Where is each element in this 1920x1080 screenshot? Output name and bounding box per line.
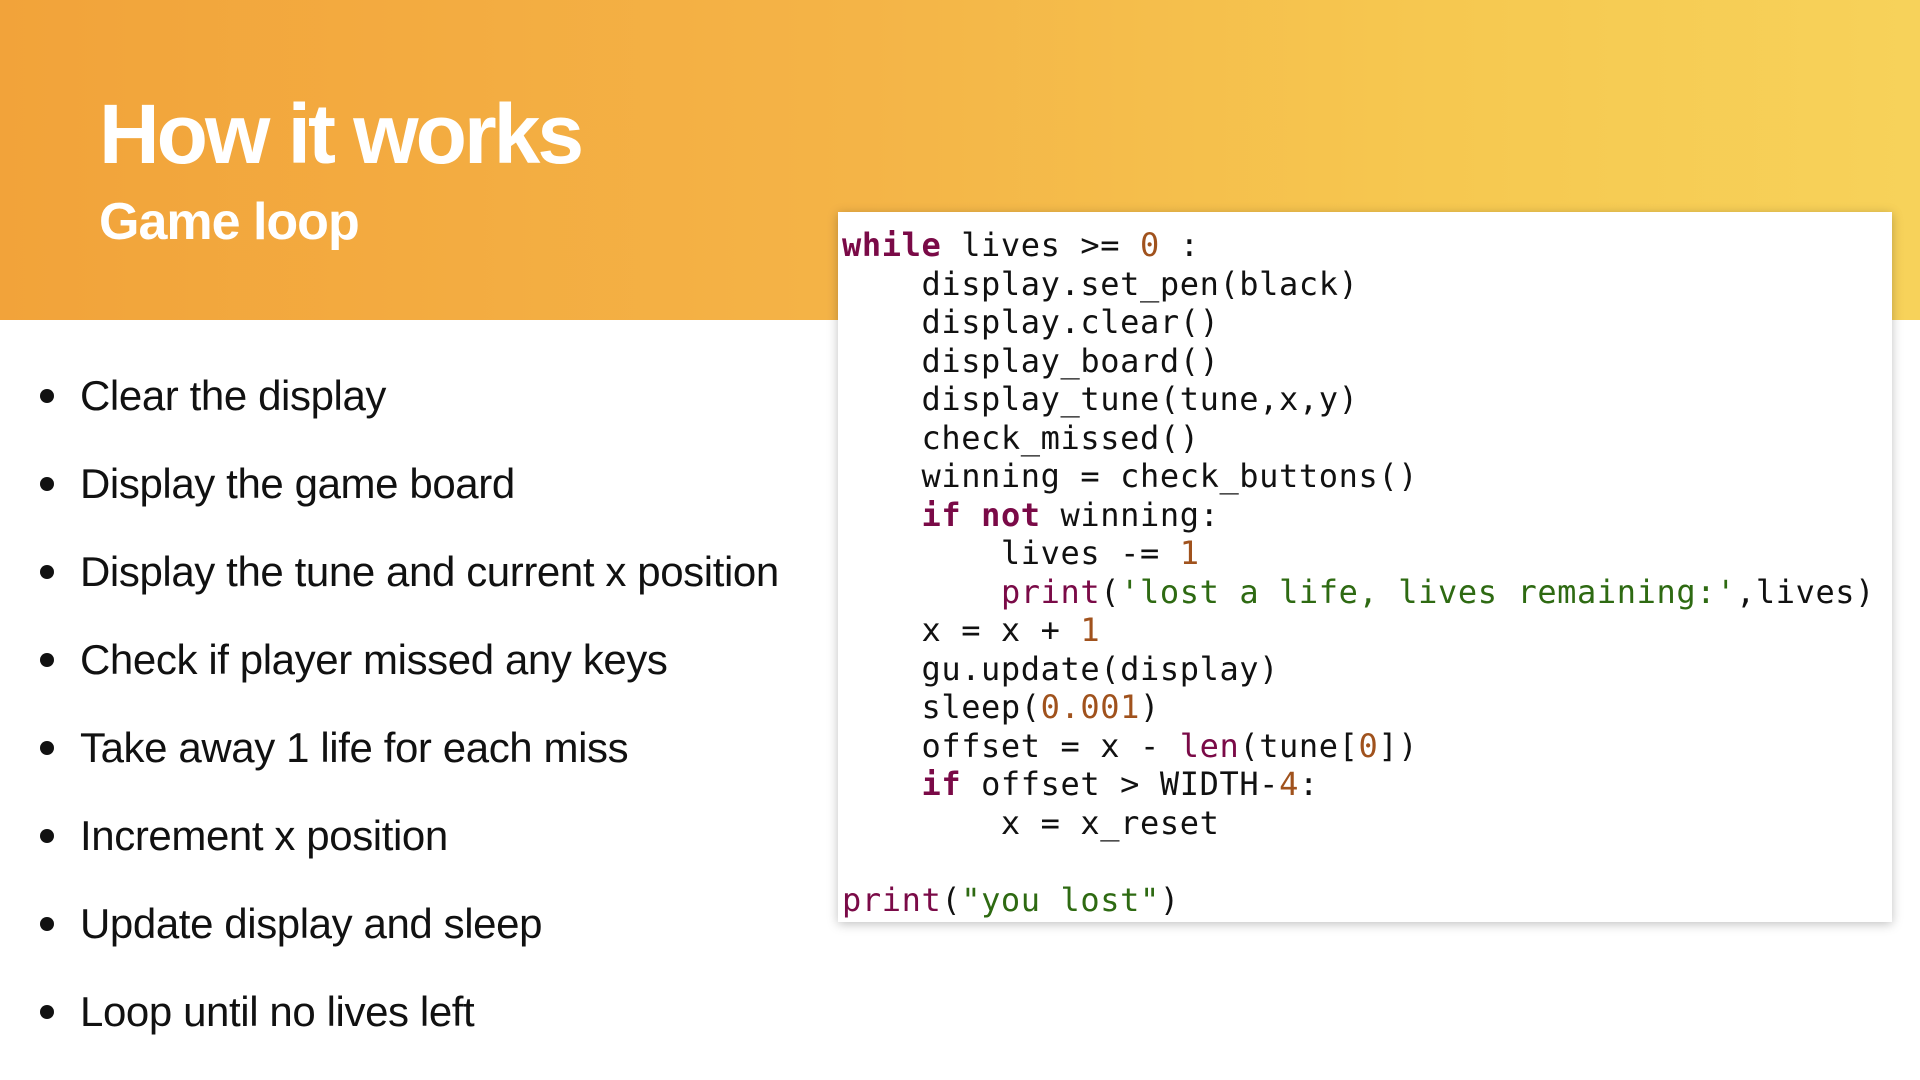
code-line: sleep(0.001): [842, 688, 1892, 727]
code-token: 1: [1179, 534, 1200, 572]
bullet-item: Check if player missed any keys: [0, 616, 840, 704]
code-token: display_tune(tune,x,y): [842, 380, 1359, 418]
bullet-item: Update display and sleep: [0, 880, 840, 968]
code-token: :: [1298, 765, 1319, 803]
code-line: display_board(): [842, 342, 1892, 381]
code-token: 'lost a life, lives remaining:': [1120, 572, 1736, 611]
code-token: sleep(: [842, 688, 1041, 726]
code-token: (: [1100, 572, 1121, 611]
code-line: x = x + 1: [842, 611, 1892, 650]
bullet-text: Display the game board: [80, 460, 515, 507]
bullet-text: Take away 1 life for each miss: [80, 724, 629, 771]
bullet-dot-icon: [40, 741, 54, 755]
code-line: display.clear(): [842, 303, 1892, 342]
code-block: while lives >= 0 : display.set_pen(black…: [842, 226, 1892, 919]
code-token: display_board(): [842, 341, 1220, 380]
code-token: print: [842, 880, 942, 919]
code-token: print: [1000, 572, 1101, 611]
code-token: check_missed(): [842, 418, 1200, 457]
code-token: ,lives): [1735, 572, 1876, 611]
code-token: "you lost": [961, 880, 1160, 919]
code-token: while: [842, 226, 942, 264]
code-token: winning:: [1040, 495, 1220, 534]
code-token: (: [941, 880, 962, 919]
code-token: :: [1159, 226, 1200, 264]
code-token: 0.001: [1040, 688, 1140, 726]
code-token: 0: [1358, 726, 1379, 765]
bullet-item: Increment x position: [0, 792, 840, 880]
code-token: x = x_reset: [842, 803, 1220, 842]
code-token: display.clear(): [842, 303, 1220, 341]
code-token: winning = check_buttons(): [842, 457, 1419, 495]
code-line: if not winning:: [842, 496, 1892, 535]
code-line: lives -= 1: [842, 534, 1892, 573]
code-line: display_tune(tune,x,y): [842, 380, 1892, 419]
slide-title: How it works: [99, 87, 584, 181]
code-token: 1: [1080, 611, 1101, 649]
bullet-dot-icon: [40, 1005, 54, 1019]
bullet-dot-icon: [40, 565, 54, 579]
code-token: ): [1139, 688, 1160, 726]
code-token: ): [1159, 880, 1180, 919]
code-token: (tune[: [1239, 726, 1359, 765]
code-line: if offset > WIDTH-4:: [842, 765, 1892, 804]
bullet-dot-icon: [40, 389, 54, 403]
slide: How it works Game loop Clear the display…: [0, 0, 1920, 1080]
code-token: 4: [1279, 765, 1299, 803]
bullet-text: Display the tune and current x position: [80, 548, 779, 595]
code-token: x = x +: [842, 611, 1081, 649]
bullet-dot-icon: [40, 917, 54, 931]
code-line: x = x_reset: [842, 804, 1892, 843]
bullet-item: Display the game board: [0, 440, 840, 528]
bullet-item: Take away 1 life for each miss: [0, 704, 840, 792]
bullet-text: Clear the display: [80, 372, 387, 419]
bullet-dot-icon: [40, 653, 54, 667]
code-line: print("you lost"): [842, 881, 1892, 920]
code-token: 0: [1139, 226, 1160, 264]
code-token: len: [1179, 726, 1240, 765]
code-line: check_missed(): [842, 419, 1892, 458]
code-line: print('lost a life, lives remaining:',li…: [842, 573, 1892, 612]
code-line: winning = check_buttons(): [842, 457, 1892, 496]
bullet-text: Loop until no lives left: [80, 988, 475, 1035]
slide-subtitle: Game loop: [99, 193, 360, 251]
code-line: while lives >= 0 :: [842, 226, 1892, 265]
bullet-text: Increment x position: [80, 812, 448, 859]
code-token: not: [981, 495, 1041, 534]
bullet-dot-icon: [40, 477, 54, 491]
code-panel: while lives >= 0 : display.set_pen(black…: [838, 212, 1892, 922]
bullet-text: Check if player missed any keys: [80, 636, 668, 683]
bullet-item: Loop until no lives left: [0, 968, 840, 1056]
code-token: if: [921, 495, 962, 534]
code-token: offset = x -: [842, 726, 1180, 765]
code-token: ]): [1378, 726, 1419, 765]
code-token: lives -=: [842, 534, 1180, 572]
code-token: lives >=: [941, 226, 1140, 264]
code-token: gu.update(display): [842, 649, 1280, 688]
code-line: offset = x - len(tune[0]): [842, 727, 1892, 766]
code-token: display.set_pen(black): [842, 264, 1359, 303]
code-token: if: [921, 765, 962, 803]
bullet-list: Clear the display Display the game board…: [0, 352, 840, 1056]
bullet-dot-icon: [40, 829, 54, 843]
bullet-text: Update display and sleep: [80, 900, 543, 947]
code-line: display.set_pen(black): [842, 265, 1892, 304]
bullet-item: Display the tune and current x position: [0, 528, 840, 616]
code-line: gu.update(display): [842, 650, 1892, 689]
code-token: offset > WIDTH-: [961, 765, 1280, 803]
bullet-item: Clear the display: [0, 352, 840, 440]
